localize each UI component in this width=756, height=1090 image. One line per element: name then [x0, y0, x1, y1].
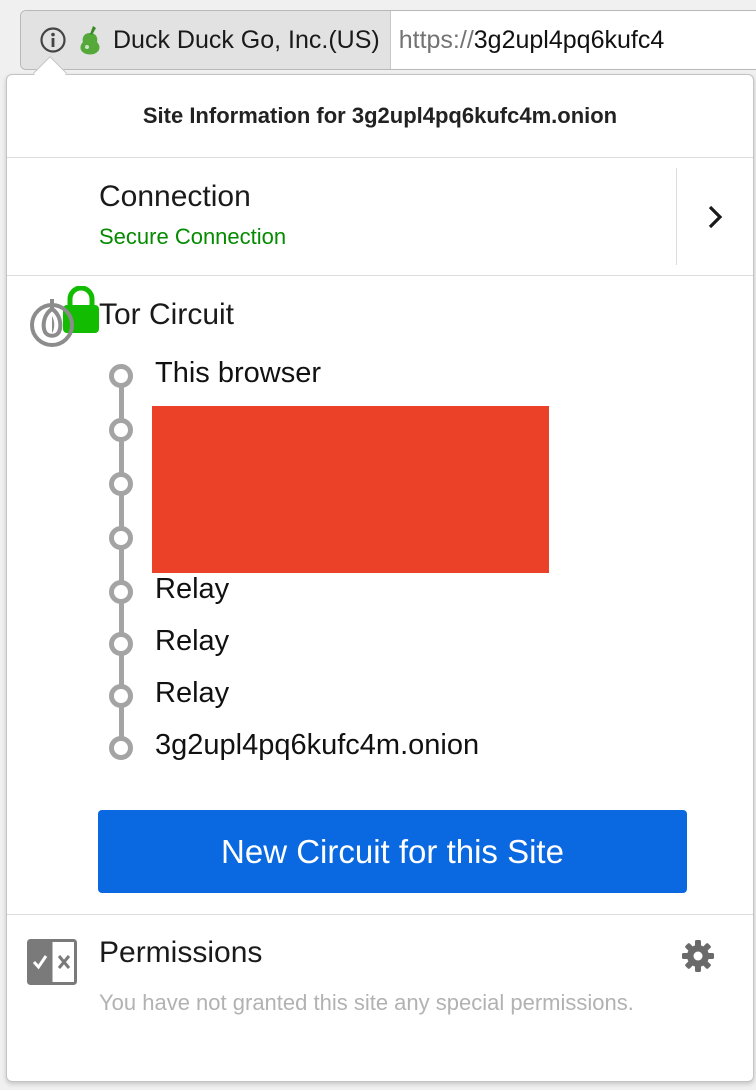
permissions-description: You have not granted this site any speci… [99, 990, 634, 1015]
site-info-panel: Site Information for 3g2upl4pq6kufc4m.on… [6, 74, 754, 1082]
circuit-node-label: Relay [155, 573, 230, 605]
connection-section: Connection Secure Connection [7, 158, 753, 333]
chevron-right-icon [708, 205, 723, 228]
connection-title: Connection [99, 180, 251, 213]
identity-box[interactable]: Duck Duck Go, Inc.(US) [21, 11, 391, 69]
circuit-node [109, 580, 133, 604]
url-text[interactable]: https://3g2upl4pq6kufc4 [391, 26, 665, 55]
circuit-node [109, 632, 133, 656]
circuit-node [109, 684, 133, 708]
circuit-node [109, 526, 133, 550]
gear-icon [682, 940, 714, 972]
url-scheme: https:// [398, 25, 474, 54]
connection-more-button[interactable] [676, 168, 753, 265]
permissions-title: Permissions [99, 936, 263, 969]
circuit-node-label: Relay [155, 625, 230, 657]
circuit-node-label: Relay [155, 677, 230, 709]
circuit-node-label: This browser [155, 357, 321, 389]
circuit-node [109, 736, 133, 760]
url-host: 3g2upl4pq6kufc4 [473, 25, 665, 54]
permissions-section: Permissions You have not granted this si… [7, 915, 753, 1075]
connection-row[interactable]: Connection Secure Connection [7, 158, 676, 333]
pear-icon [80, 26, 100, 55]
onion-icon [30, 299, 74, 347]
panel-title: Site Information for 3g2upl4pq6kufc4m.on… [7, 75, 753, 158]
info-icon[interactable] [39, 26, 67, 54]
tor-circuit-section: Tor Circuit This browser Relay Relay Rel… [7, 276, 753, 915]
url-bar[interactable]: Duck Duck Go, Inc.(US) https://3g2upl4pq… [20, 10, 756, 70]
circuit-node-label: 3g2upl4pq6kufc4m.onion [155, 729, 480, 761]
permissions-settings-button[interactable] [681, 939, 715, 978]
site-owner-label: Duck Duck Go, Inc.(US) [113, 25, 380, 54]
tor-circuit-title: Tor Circuit [99, 298, 235, 331]
new-circuit-button[interactable]: New Circuit for this Site [98, 810, 687, 893]
circuit-node [109, 364, 133, 388]
redacted-region [152, 406, 549, 573]
permissions-icon [27, 939, 77, 985]
circuit-node [109, 418, 133, 442]
connection-status: Secure Connection [99, 224, 287, 249]
circuit-node [109, 472, 133, 496]
